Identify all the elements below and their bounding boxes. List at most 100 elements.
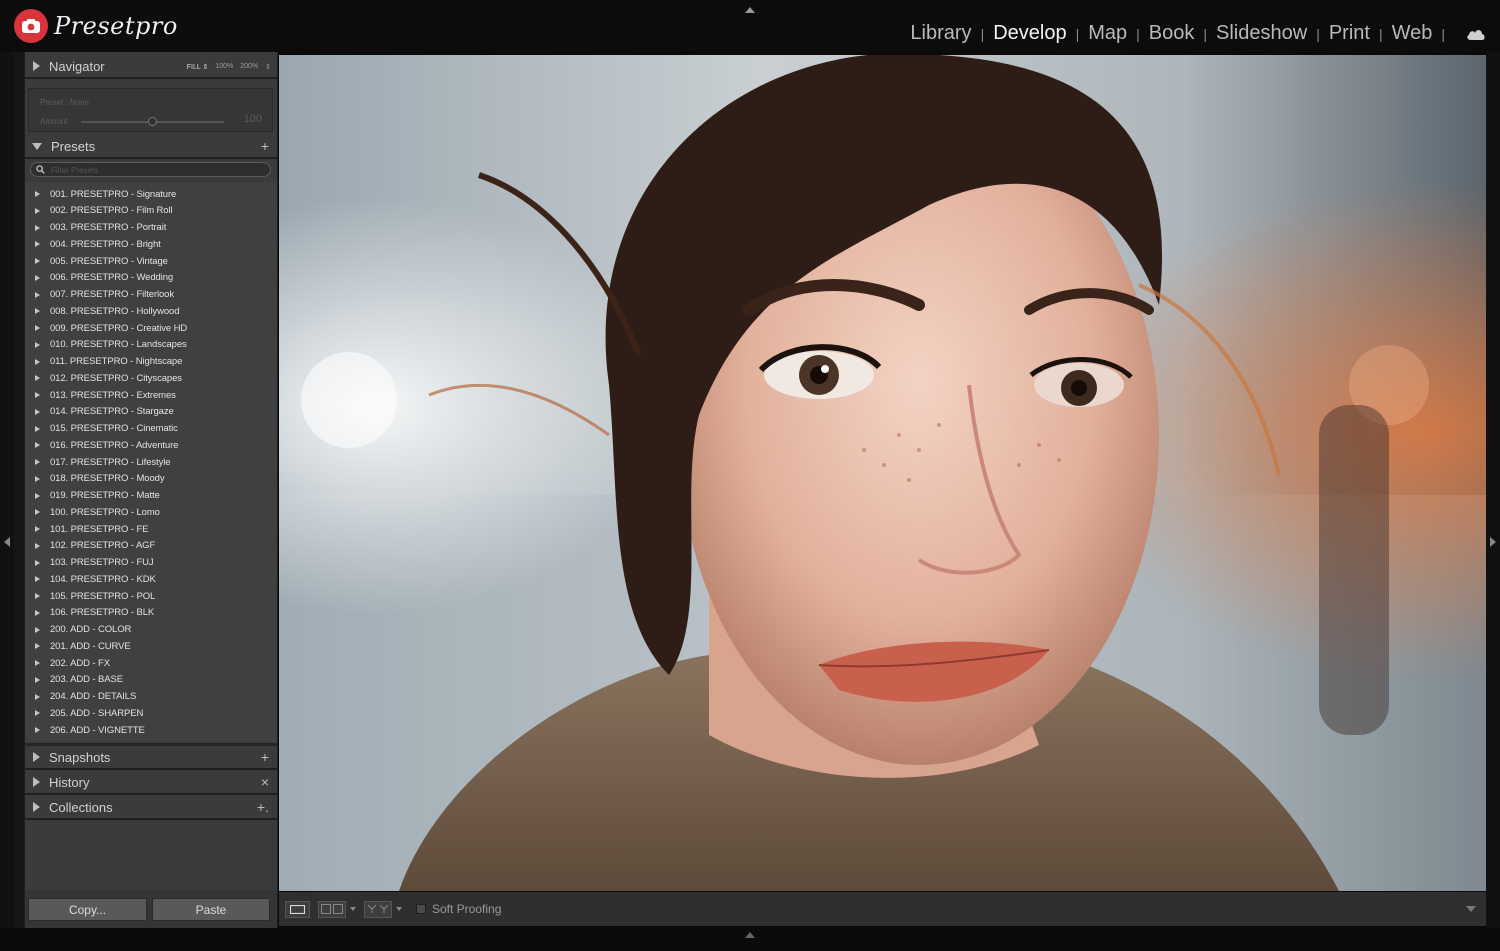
preset-folder[interactable]: 104. PRESETPRO - KDK — [25, 571, 277, 587]
preset-folder[interactable]: 204. ADD - DETAILS — [25, 689, 277, 705]
collapse-top-panel-arrow-icon[interactable] — [745, 7, 755, 13]
preset-folder[interactable]: 101. PRESETPRO - FE — [25, 521, 277, 537]
expand-triangle-icon — [35, 207, 40, 214]
expand-triangle-icon — [33, 802, 40, 812]
navigator-title: Navigator — [49, 58, 105, 74]
preset-folder[interactable]: 202. ADD - FX — [25, 655, 277, 671]
preset-folder[interactable]: 105. PRESETPRO - POL — [25, 588, 277, 604]
amount-label: Amount — [40, 117, 68, 126]
preset-folder[interactable]: 001. PRESETPRO - Signature — [25, 186, 277, 202]
preset-folder[interactable]: 014. PRESETPRO - Stargaze — [25, 404, 277, 420]
filmstrip-edge — [0, 928, 1500, 951]
collapse-triangle-icon — [32, 142, 42, 150]
preset-folder[interactable]: 011. PRESETPRO - Nightscape — [25, 354, 277, 370]
compare-dropdown-icon[interactable] — [396, 907, 402, 911]
cloud-icon[interactable] — [1466, 27, 1486, 41]
preset-folder[interactable]: 205. ADD - SHARPEN — [25, 705, 277, 721]
loupe-view-icon[interactable] — [285, 900, 310, 918]
camera-icon — [14, 9, 48, 43]
right-panel-edge[interactable] — [1486, 52, 1500, 928]
zoom-more[interactable]: ⇕ — [265, 63, 271, 71]
expand-triangle-icon — [35, 375, 40, 382]
left-panel-edge[interactable] — [0, 52, 14, 928]
expand-triangle-icon — [35, 224, 40, 231]
preset-folder[interactable]: 009. PRESETPRO - Creative HD — [25, 320, 277, 336]
presets-header[interactable]: Presets + — [25, 135, 277, 159]
view-toolbar: Soft Proofing — [279, 892, 1486, 926]
collapse-right-arrow-icon[interactable] — [1490, 537, 1496, 547]
preset-folder[interactable]: 103. PRESETPRO - FUJ — [25, 555, 277, 571]
clear-history-button[interactable]: × — [261, 774, 269, 790]
navigator-header[interactable]: Navigator FILL ⇕ 100% 200% ⇕ — [25, 55, 277, 79]
preset-folder[interactable]: 004. PRESETPRO - Bright — [25, 236, 277, 252]
preset-folder-label: 206. ADD - VIGNETTE — [50, 724, 145, 736]
preset-folder[interactable]: 106. PRESETPRO - BLK — [25, 605, 277, 621]
module-separator: | — [980, 25, 985, 42]
preset-folder-label: 100. PRESETPRO - Lomo — [50, 506, 160, 518]
expand-triangle-icon — [35, 425, 40, 432]
preset-folder[interactable]: 019. PRESETPRO - Matte — [25, 488, 277, 504]
amount-value: 100 — [243, 113, 262, 125]
module-web[interactable]: Web — [1392, 22, 1433, 45]
preset-folder-label: 017. PRESETPRO - Lifestyle — [50, 456, 171, 468]
preset-folder[interactable]: 008. PRESETPRO - Hollywood — [25, 303, 277, 319]
module-map[interactable]: Map — [1088, 22, 1127, 45]
filter-presets-input[interactable] — [51, 164, 261, 176]
expand-triangle-icon — [35, 258, 40, 264]
amount-slider-thumb[interactable] — [147, 117, 157, 126]
add-preset-button[interactable]: + — [261, 138, 269, 154]
expand-triangle-icon — [35, 291, 40, 298]
left-panel-content: Navigator FILL ⇕ 100% 200% ⇕ Preset : No… — [25, 52, 277, 928]
module-print[interactable]: Print — [1329, 22, 1370, 45]
preset-folder[interactable]: 102. PRESETPRO - AGF — [25, 538, 277, 554]
preset-folder[interactable]: 206. ADD - VIGNETTE — [25, 722, 277, 738]
preset-folder[interactable]: 201. ADD - CURVE — [25, 638, 277, 654]
module-separator: | — [1203, 25, 1208, 42]
zoom-100[interactable]: 100% — [215, 63, 233, 71]
main-photo-preview[interactable] — [279, 55, 1486, 891]
module-separator: | — [1441, 25, 1445, 42]
expand-triangle-icon — [35, 392, 40, 398]
before-after-dropdown-icon[interactable] — [350, 907, 356, 911]
compare-icon[interactable] — [364, 900, 392, 918]
preset-folder[interactable]: 006. PRESETPRO - Wedding — [25, 270, 277, 286]
preset-folder[interactable]: 013. PRESETPRO - Extremes — [25, 387, 277, 403]
toolbar-menu-icon[interactable] — [1466, 906, 1476, 912]
preset-folder[interactable]: 003. PRESETPRO - Portrait — [25, 220, 277, 236]
before-after-icon[interactable] — [318, 900, 346, 918]
collapse-left-arrow-icon[interactable] — [4, 537, 10, 547]
module-separator: | — [1075, 25, 1080, 42]
show-filmstrip-arrow-icon[interactable] — [745, 932, 755, 938]
preset-folder[interactable]: 010. PRESETPRO - Landscapes — [25, 337, 277, 353]
module-book[interactable]: Book — [1149, 22, 1195, 45]
zoom-200[interactable]: 200% — [240, 63, 258, 71]
preset-folder[interactable]: 015. PRESETPRO - Cinematic — [25, 421, 277, 437]
preset-folder[interactable]: 018. PRESETPRO - Moody — [25, 471, 277, 487]
collections-header[interactable]: Collections +. — [25, 796, 277, 820]
soft-proofing-checkbox[interactable] — [416, 904, 426, 914]
add-snapshot-button[interactable]: + — [261, 749, 269, 765]
preset-folder-label: 010. PRESETPRO - Landscapes — [50, 339, 187, 351]
preset-folder[interactable]: 016. PRESETPRO - Adventure — [25, 437, 277, 453]
preset-folder[interactable]: 203. ADD - BASE — [25, 672, 277, 688]
zoom-fill[interactable]: FILL ⇕ — [187, 63, 209, 71]
snapshots-header[interactable]: Snapshots + — [25, 746, 277, 770]
add-collection-button[interactable]: +. — [257, 799, 269, 815]
preset-folder[interactable]: 200. ADD - COLOR — [25, 622, 277, 638]
copy-button[interactable]: Copy... — [28, 898, 147, 921]
snapshots-title: Snapshots — [49, 749, 111, 765]
preset-folder[interactable]: 012. PRESETPRO - Cityscapes — [25, 370, 277, 386]
module-library[interactable]: Library — [910, 22, 971, 45]
preset-folder[interactable]: 002. PRESETPRO - Film Roll — [25, 203, 277, 219]
preset-folder[interactable]: 017. PRESETPRO - Lifestyle — [25, 454, 277, 470]
module-develop[interactable]: Develop — [993, 22, 1066, 45]
module-slideshow[interactable]: Slideshow — [1216, 22, 1307, 45]
preset-folder[interactable]: 005. PRESETPRO - Vintage — [25, 253, 277, 269]
paste-button[interactable]: Paste — [152, 898, 270, 921]
expand-triangle-icon — [35, 609, 40, 616]
preset-folder[interactable]: 007. PRESETPRO - Filterlook — [25, 287, 277, 303]
preset-folder[interactable]: 100. PRESETPRO - Lomo — [25, 504, 277, 520]
soft-proofing-label: Soft Proofing — [432, 902, 502, 916]
history-header[interactable]: History × — [25, 771, 277, 795]
expand-triangle-icon — [35, 308, 40, 315]
